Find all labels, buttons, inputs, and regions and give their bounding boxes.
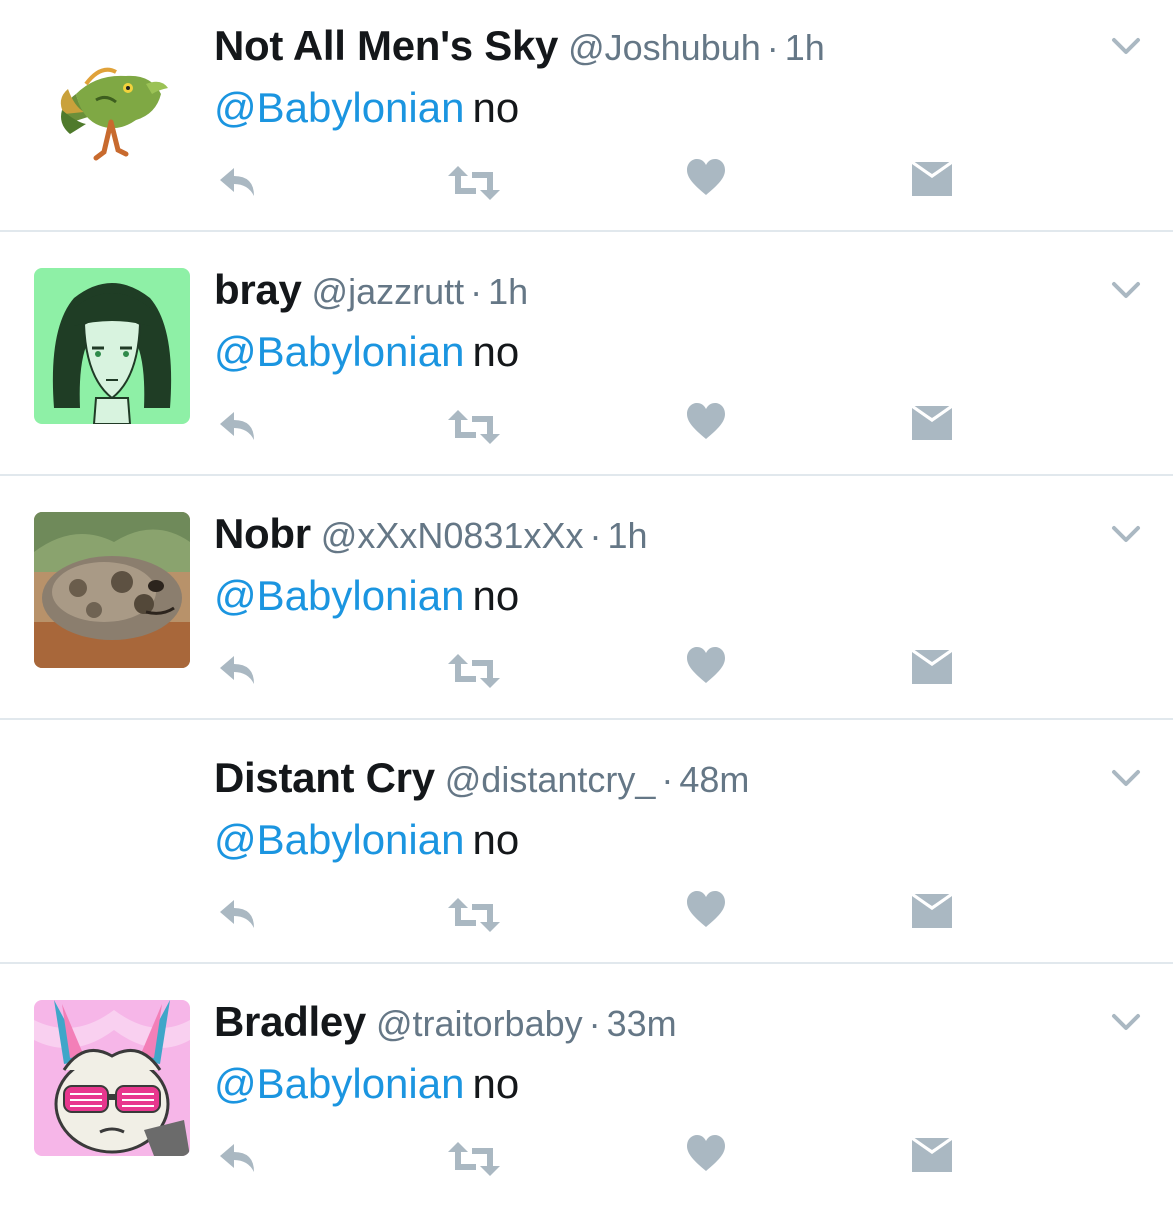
tweet-header: bray @jazzrutt · 1h	[214, 262, 528, 328]
tweet-header: Not All Men's Sky @Joshubuh · 1h	[214, 18, 825, 84]
user-handle[interactable]: @xXxN0831xXx	[321, 515, 584, 556]
timestamp[interactable]: 1h	[607, 515, 647, 556]
separator-dot: ·	[589, 515, 602, 556]
tweet[interactable]: Distant Cry @distantcry_ · 48m @Babylonian n…	[0, 732, 1173, 964]
retweet-icon[interactable]	[446, 408, 502, 446]
tweet-text: @Babylonian no	[214, 1056, 519, 1112]
tweet-body: no	[472, 1060, 520, 1107]
blank-avatar-image	[34, 756, 190, 912]
display-name[interactable]: Not All Men's Sky	[214, 22, 558, 69]
heart-icon[interactable]	[686, 158, 726, 198]
tweet[interactable]: Nobr @xXxN0831xXx · 1h @Babylonian no	[0, 488, 1173, 720]
eevee-sunglasses-avatar-image	[34, 1000, 190, 1156]
separator-dot: ·	[661, 759, 674, 800]
avatar[interactable]	[34, 24, 190, 180]
mention-link[interactable]: @Babylonian	[214, 572, 464, 619]
mention-link[interactable]: @Babylonian	[214, 328, 464, 375]
envelope-icon[interactable]	[910, 404, 954, 442]
avatar[interactable]	[34, 756, 190, 912]
tweet-header: Distant Cry @distantcry_ · 48m	[214, 750, 749, 816]
display-name[interactable]: Bradley	[214, 998, 366, 1045]
timestamp[interactable]: 1h	[488, 271, 528, 312]
retweet-icon[interactable]	[446, 896, 502, 934]
separator-dot: ·	[588, 1003, 601, 1044]
tweet[interactable]: Not All Men's Sky @Joshubuh · 1h @Babylonia…	[0, 0, 1173, 232]
reply-icon[interactable]	[216, 164, 262, 202]
reply-icon[interactable]	[216, 896, 262, 934]
envelope-icon[interactable]	[910, 892, 954, 930]
reply-icon[interactable]	[216, 408, 262, 446]
mention-link[interactable]: @Babylonian	[214, 1060, 464, 1107]
avatar[interactable]	[34, 268, 190, 424]
frog-avatar-image	[34, 512, 190, 668]
tweet-actions	[0, 646, 1173, 696]
user-handle[interactable]: @traitorbaby	[376, 1003, 583, 1044]
tweet-actions	[0, 158, 1173, 208]
envelope-icon[interactable]	[910, 160, 954, 198]
tweet[interactable]: Bradley @traitorbaby · 33m @Babylonian no	[0, 976, 1173, 1208]
timestamp[interactable]: 33m	[607, 1003, 677, 1044]
mention-link[interactable]: @Babylonian	[214, 84, 464, 131]
display-name[interactable]: Nobr	[214, 510, 311, 557]
tweet-body: no	[472, 816, 520, 863]
display-name[interactable]: Distant Cry	[214, 754, 435, 801]
retweet-icon[interactable]	[446, 1140, 502, 1178]
tweet-text: @Babylonian no	[214, 812, 519, 868]
timeline: Not All Men's Sky @Joshubuh · 1h @Babylonia…	[0, 0, 1173, 1208]
reply-icon[interactable]	[216, 1140, 262, 1178]
tweet-header: Nobr @xXxN0831xXx · 1h	[214, 506, 648, 572]
tweet-body: no	[472, 328, 520, 375]
green-creature-avatar-image	[34, 24, 190, 180]
chevron-down-icon[interactable]	[1108, 1008, 1144, 1036]
tweet-text: @Babylonian no	[214, 568, 519, 624]
heart-icon[interactable]	[686, 402, 726, 442]
tweet-header: Bradley @traitorbaby · 33m	[214, 994, 677, 1060]
tweet-actions	[0, 890, 1173, 940]
avatar[interactable]	[34, 512, 190, 668]
tweet-text: @Babylonian no	[214, 80, 519, 136]
heart-icon[interactable]	[686, 1134, 726, 1174]
tweet-text: @Babylonian no	[214, 324, 519, 380]
chevron-down-icon[interactable]	[1108, 276, 1144, 304]
tweet-body: no	[472, 572, 520, 619]
mention-link[interactable]: @Babylonian	[214, 816, 464, 863]
heart-icon[interactable]	[686, 890, 726, 930]
chevron-down-icon[interactable]	[1108, 764, 1144, 792]
reply-icon[interactable]	[216, 652, 262, 690]
separator-dot: ·	[766, 27, 779, 68]
timestamp[interactable]: 48m	[679, 759, 749, 800]
tweet[interactable]: bray @jazzrutt · 1h @Babylonian no	[0, 244, 1173, 476]
timestamp[interactable]: 1h	[785, 27, 825, 68]
envelope-icon[interactable]	[910, 1136, 954, 1174]
envelope-icon[interactable]	[910, 648, 954, 686]
tweet-body: no	[472, 84, 520, 131]
user-handle[interactable]: @jazzrutt	[312, 271, 465, 312]
tweet-actions	[0, 1134, 1173, 1184]
user-handle[interactable]: @Joshubuh	[568, 27, 761, 68]
chevron-down-icon[interactable]	[1108, 520, 1144, 548]
retweet-icon[interactable]	[446, 164, 502, 202]
user-handle[interactable]: @distantcry_	[445, 759, 656, 800]
avatar[interactable]	[34, 1000, 190, 1156]
tweet-actions	[0, 402, 1173, 452]
chevron-down-icon[interactable]	[1108, 32, 1144, 60]
retweet-icon[interactable]	[446, 652, 502, 690]
anime-girl-avatar-image	[34, 268, 190, 424]
display-name[interactable]: bray	[214, 266, 302, 313]
heart-icon[interactable]	[686, 646, 726, 686]
separator-dot: ·	[470, 271, 483, 312]
